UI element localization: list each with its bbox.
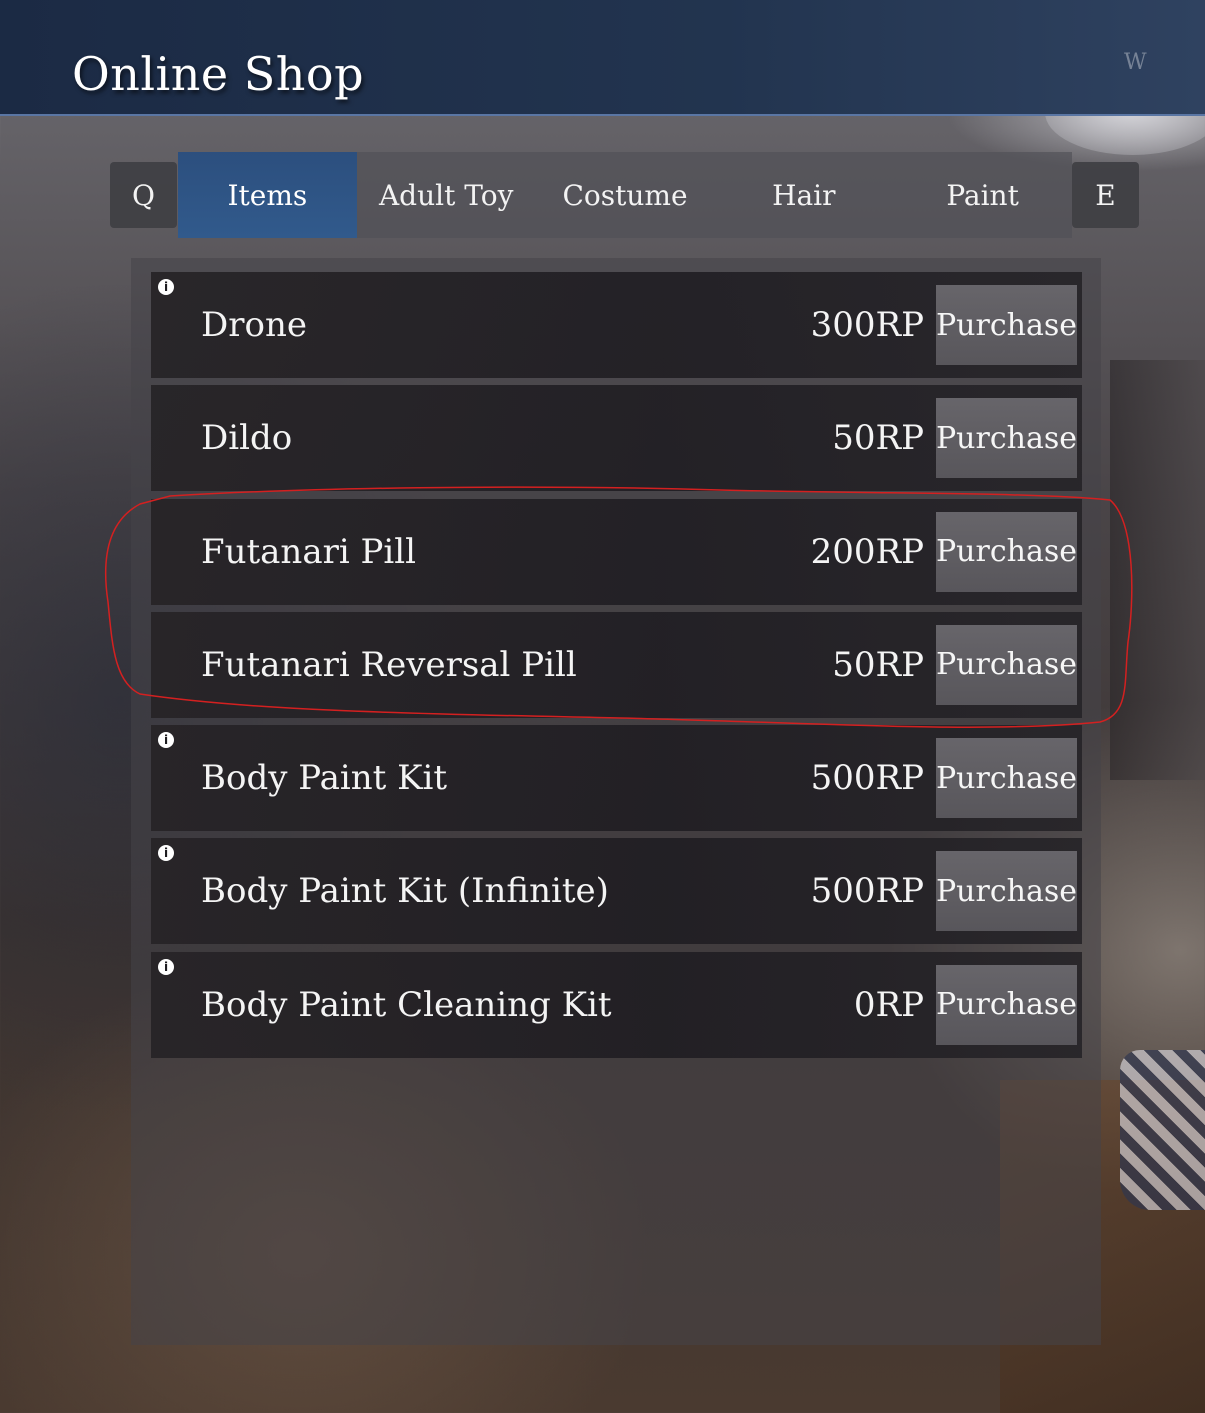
- tab-adult-toy[interactable]: Adult Toy: [357, 152, 536, 238]
- prev-tab-key-button[interactable]: Q: [110, 162, 177, 228]
- list-item: Futanari Pill 200RP Purchase: [151, 498, 1082, 605]
- item-name: Body Paint Cleaning Kit: [201, 984, 612, 1025]
- info-icon[interactable]: i: [158, 845, 174, 862]
- item-price: 50RP: [832, 644, 924, 685]
- item-price: 300RP: [810, 305, 924, 345]
- purchase-button[interactable]: Purchase: [936, 285, 1077, 365]
- list-item: i Body Paint Kit 500RP Purchase: [151, 725, 1082, 832]
- tab-hair[interactable]: Hair: [714, 152, 893, 238]
- purchase-button[interactable]: Purchase: [936, 851, 1077, 932]
- item-name: Dildo: [201, 418, 293, 459]
- item-price: 500RP: [810, 871, 924, 912]
- list-item: i Drone 300RP Purchase: [151, 272, 1082, 378]
- item-price: 500RP: [810, 758, 924, 799]
- background-shelf: [1110, 360, 1205, 780]
- item-price: 0RP: [853, 984, 924, 1025]
- item-price: 50RP: [832, 418, 924, 459]
- item-name: Body Paint Kit: [201, 758, 448, 799]
- purchase-button[interactable]: Purchase: [936, 511, 1077, 592]
- tab-items[interactable]: Items: [178, 152, 357, 238]
- item-list: i Drone 300RP Purchase Dildo 50RP Purcha…: [151, 272, 1082, 1065]
- purchase-button[interactable]: Purchase: [936, 964, 1077, 1045]
- next-tab-key-button[interactable]: E: [1072, 162, 1139, 228]
- background-pillow: [1120, 1050, 1205, 1210]
- purchase-button[interactable]: Purchase: [936, 738, 1077, 819]
- item-name: Body Paint Kit (Infinite): [201, 871, 609, 912]
- info-icon[interactable]: i: [158, 279, 174, 295]
- item-name: Futanari Reversal Pill: [201, 644, 577, 685]
- info-icon[interactable]: i: [158, 732, 174, 749]
- watermark-glyph: W: [1124, 50, 1147, 75]
- list-item: i Body Paint Kit (Infinite) 500RP Purcha…: [151, 838, 1082, 945]
- category-tab-bar: Items Adult Toy Costume Hair Paint: [178, 152, 1072, 238]
- header-bar: Online Shop W: [0, 0, 1205, 116]
- purchase-button[interactable]: Purchase: [936, 398, 1077, 479]
- page-title: Online Shop: [72, 47, 365, 101]
- tab-costume[interactable]: Costume: [536, 152, 715, 238]
- list-item: i Body Paint Cleaning Kit 0RP Purchase: [151, 951, 1082, 1058]
- item-price: 200RP: [810, 531, 924, 572]
- item-name: Drone: [201, 305, 308, 345]
- item-name: Futanari Pill: [201, 531, 417, 572]
- purchase-button[interactable]: Purchase: [936, 624, 1077, 705]
- list-item: Futanari Reversal Pill 50RP Purchase: [151, 611, 1082, 718]
- tab-paint[interactable]: Paint: [893, 152, 1072, 238]
- info-icon[interactable]: i: [158, 958, 174, 975]
- list-item: Dildo 50RP Purchase: [151, 385, 1082, 492]
